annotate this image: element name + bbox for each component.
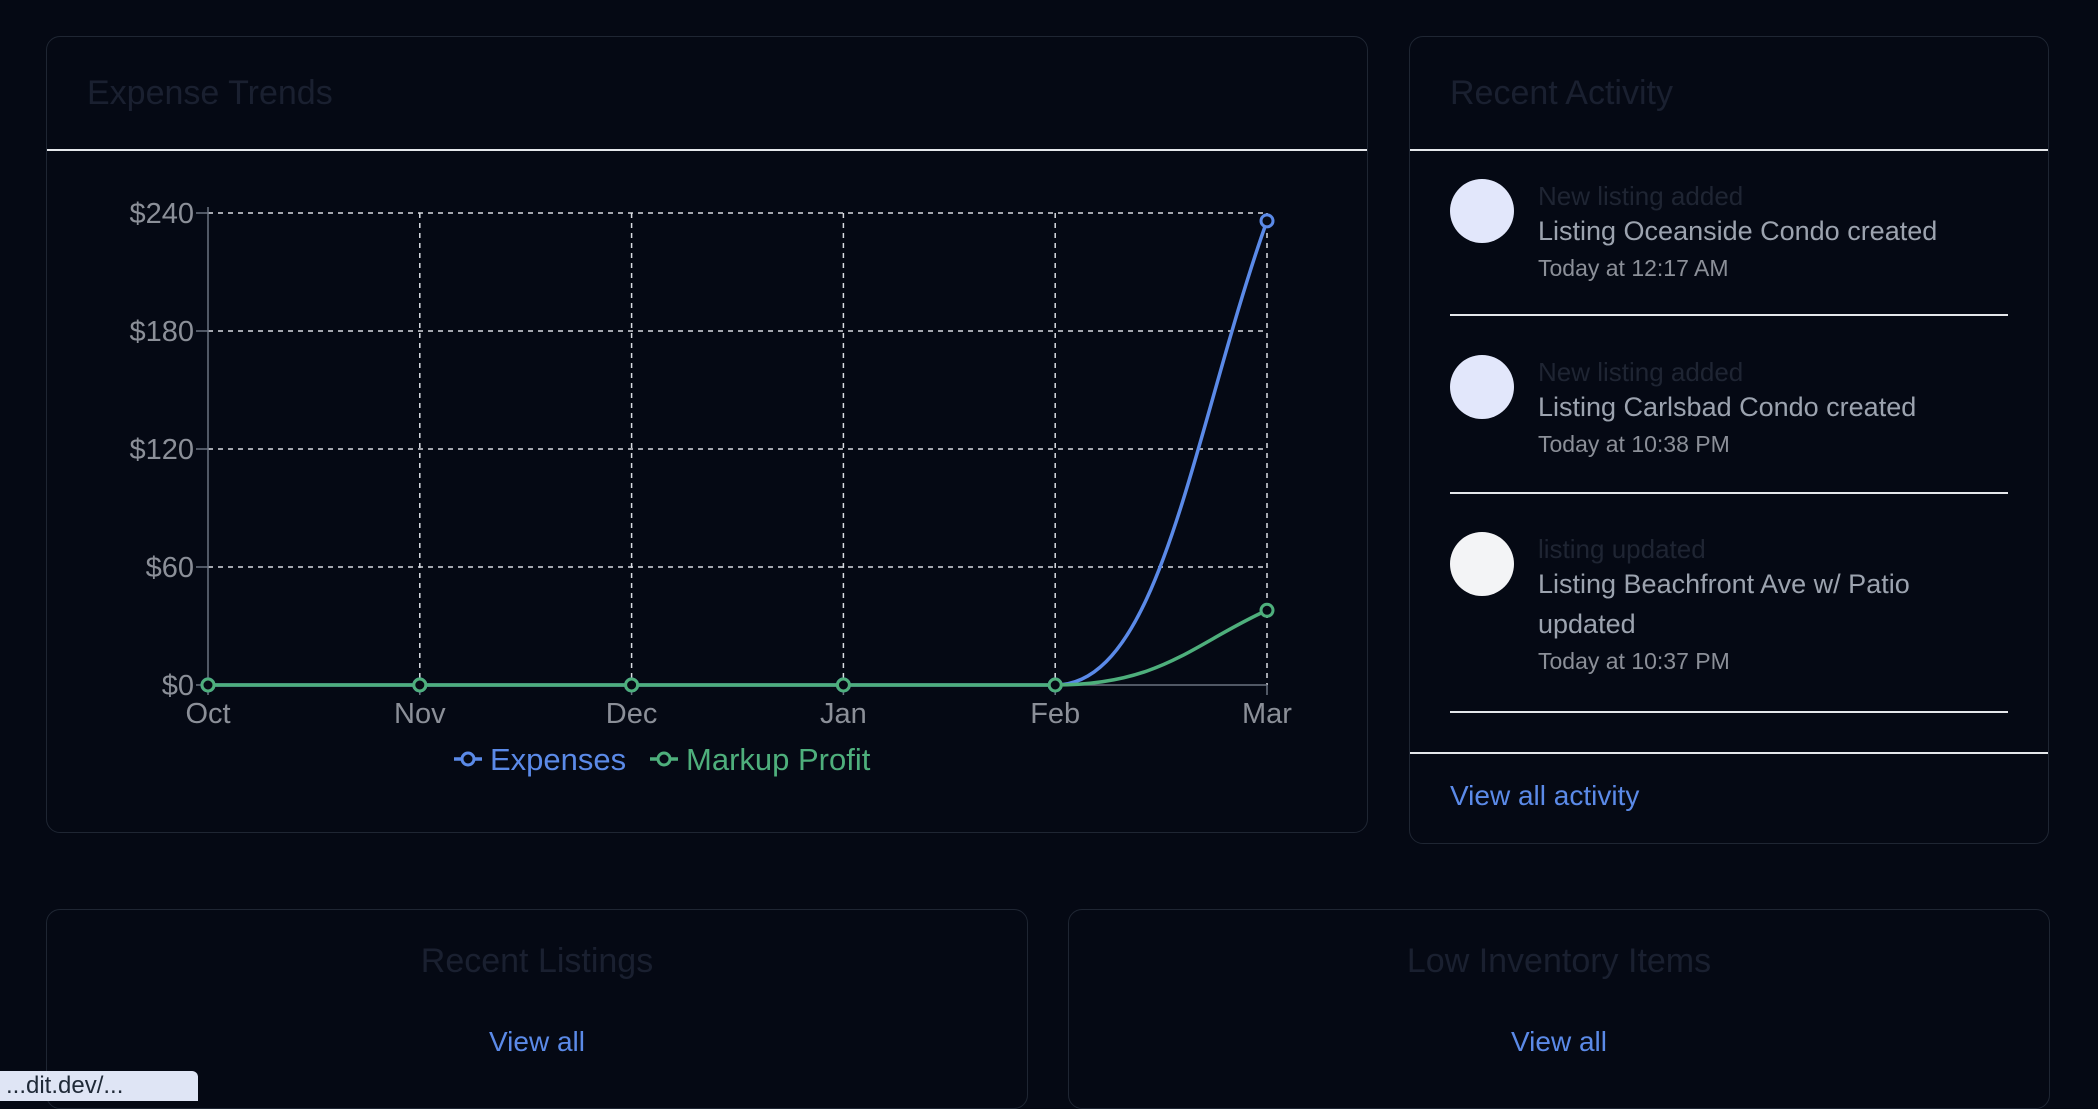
- legend-marker: [460, 751, 476, 767]
- activity-avatar: [1450, 355, 1514, 419]
- activity-description: Listing Carlsbad Condo created: [1538, 392, 1917, 422]
- activity-time: Today at 10:38 PM: [1538, 431, 1730, 457]
- activity-item[interactable]: listing updated Listing Beachfront Ave w…: [1450, 494, 2008, 713]
- x-tick-label: Oct: [185, 698, 230, 730]
- activity-footer: View all activity: [1410, 752, 2048, 843]
- data-point: [835, 677, 851, 693]
- activity-type: listing updated: [1538, 534, 1706, 564]
- activity-avatar: [1450, 179, 1514, 243]
- data-point: [1259, 213, 1275, 229]
- data-point: [1259, 602, 1275, 618]
- series-line-markup-profit: [208, 608, 1268, 687]
- y-tick-label: $60: [146, 552, 194, 584]
- data-point: [1047, 677, 1063, 693]
- expense-trends-chart: $0$60$120$180$240Oct Nov Dec Jan Feb MarExpen…: [129, 198, 1292, 777]
- activity-item[interactable]: New listing added Listing Carlsbad Condo…: [1450, 316, 2008, 494]
- x-tick-label: Jan: [820, 698, 867, 730]
- low-inventory-card: Low Inventory Items View all: [1068, 909, 2050, 1109]
- data-point: [624, 677, 640, 693]
- data-point: [412, 677, 428, 693]
- activity-description: Listing Oceanside Condo created: [1538, 216, 1938, 246]
- expense-trends-card: Expense Trends $0 $60 $120 $180 $240 Oct Nov De…: [46, 36, 1368, 833]
- x-tick-label: Dec: [606, 698, 658, 730]
- x-tick-label: Nov: [394, 698, 446, 730]
- activity-description: Listing Beachfront Ave w/ Patio updated: [1538, 569, 1910, 639]
- activity-time: Today at 12:17 AM: [1538, 255, 1729, 281]
- recent-activity-card: Recent Activity New listing added Listin…: [1409, 36, 2049, 844]
- activity-avatar: [1450, 532, 1514, 596]
- recent-activity-header: Recent Activity: [1410, 37, 2048, 151]
- activity-list: New listing added Listing Oceanside Cond…: [1450, 151, 2008, 713]
- activity-time: Today at 10:37 PM: [1538, 648, 1730, 674]
- data-point: [200, 677, 216, 693]
- activity-type: New listing added: [1538, 181, 1744, 211]
- view-all-activity-link[interactable]: View all activity: [1450, 780, 1639, 812]
- activity-text: listing updated Listing Beachfront Ave w…: [1538, 534, 2008, 678]
- y-tick-label: $240: [129, 198, 194, 230]
- view-all-listings-link[interactable]: View all: [489, 1026, 585, 1057]
- low-inventory-title: Low Inventory Items: [1406, 942, 1712, 980]
- activity-text: New listing added Listing Carlsbad Condo…: [1538, 357, 2008, 461]
- y-tick-label: $120: [129, 434, 194, 466]
- view-all-inventory-link[interactable]: View all: [1511, 1026, 1607, 1057]
- series-line-expenses: [208, 220, 1269, 687]
- y-tick-label: $180: [129, 316, 194, 348]
- x-tick-label: Feb: [1030, 698, 1080, 730]
- legend-label: Markup Profit: [686, 742, 871, 777]
- activity-text: New listing added Listing Oceanside Cond…: [1538, 181, 2008, 285]
- recent-listings-title: Recent Listings: [420, 942, 654, 980]
- legend-label: Expenses: [490, 742, 626, 777]
- x-tick-label: Mar: [1242, 698, 1292, 730]
- legend-marker: [656, 751, 672, 767]
- activity-item[interactable]: New listing added Listing Oceanside Cond…: [1450, 151, 2008, 316]
- activity-type: New listing added: [1538, 357, 1744, 387]
- status-bar-url: ...dit.dev/...: [0, 1071, 198, 1101]
- recent-activity-title: Recent Activity: [1450, 73, 1673, 112]
